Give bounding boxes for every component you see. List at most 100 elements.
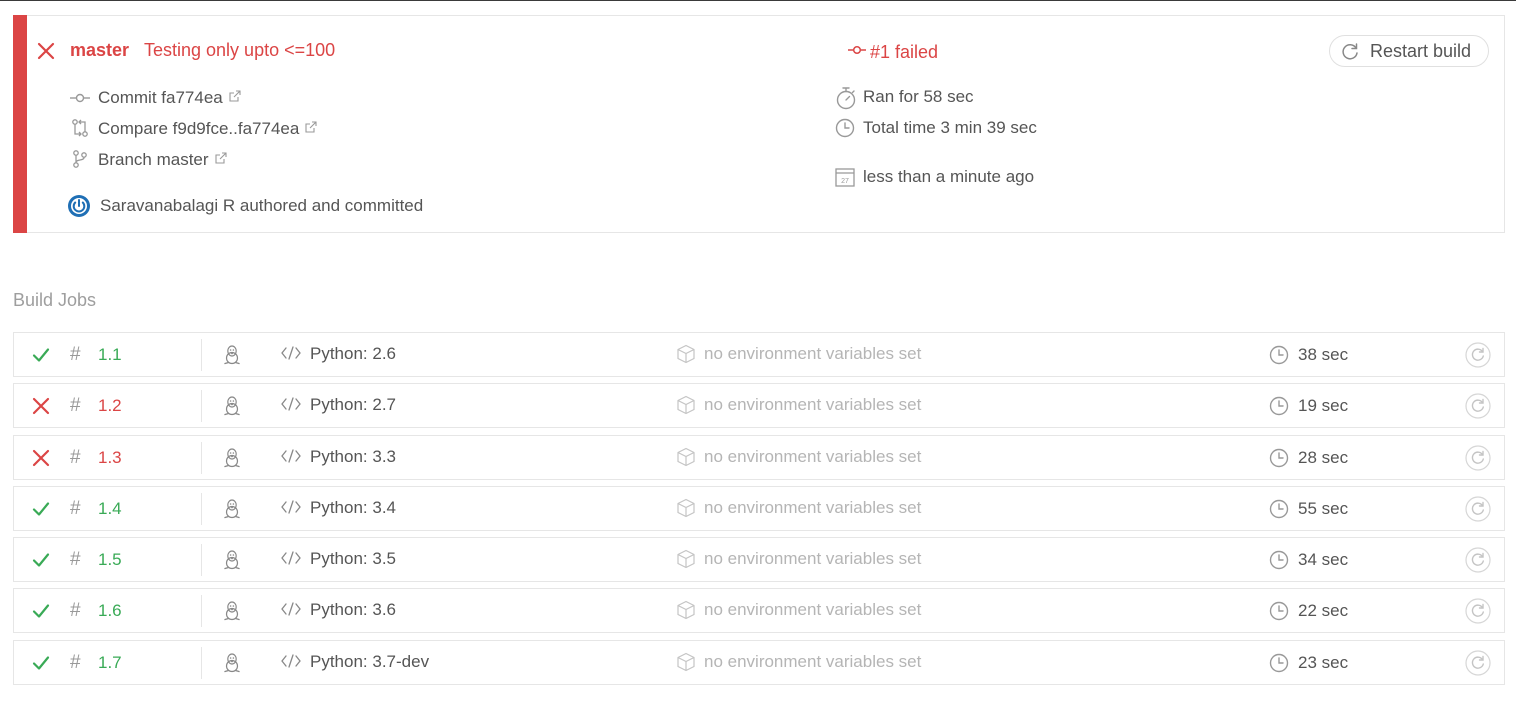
job-env: no environment variables set: [704, 498, 922, 517]
job-duration: 55 sec: [1298, 499, 1349, 518]
commit-label: Commit fa774ea: [98, 88, 223, 107]
job-number[interactable]: 1.5: [98, 550, 122, 570]
linux-tux-icon: [223, 498, 241, 520]
restart-job-icon[interactable]: [1465, 598, 1491, 624]
job-number[interactable]: 1.1: [98, 345, 122, 365]
clock-icon: [1269, 601, 1289, 621]
job-env: no environment variables set: [704, 652, 922, 671]
job-language: Python: 3.6: [310, 600, 397, 619]
package-icon: [676, 447, 696, 467]
build-summary: master Testing only upto <=100 Commit fa…: [13, 15, 1505, 233]
linux-tux-icon: [223, 447, 241, 469]
commit-icon: [70, 90, 90, 106]
job-row[interactable]: #1.5 Python: 3.5 no environment variables …: [13, 537, 1505, 582]
top-border: [0, 0, 1516, 1]
external-link-icon: [214, 149, 227, 169]
job-row[interactable]: #1.6 Python: 3.6 no environment variables …: [13, 588, 1505, 633]
job-language: Python: 2.6: [310, 344, 397, 363]
branch-link[interactable]: Branch master: [98, 149, 227, 170]
divider: [201, 544, 202, 576]
compare-icon: [71, 118, 89, 138]
check-icon: [32, 551, 50, 569]
code-icon: [281, 602, 301, 616]
job-language: Python: 3.3: [310, 447, 397, 466]
commit-link[interactable]: Commit fa774ea: [98, 87, 241, 108]
job-duration: 22 sec: [1298, 601, 1349, 620]
job-env: no environment variables set: [704, 344, 922, 363]
package-icon: [676, 652, 696, 672]
linux-tux-icon: [223, 652, 241, 674]
restart-build-label: Restart build: [1370, 41, 1472, 61]
restart-job-icon[interactable]: [1465, 496, 1491, 522]
code-icon: [281, 654, 301, 668]
job-language: Python: 3.4: [310, 498, 397, 517]
job-language: Python: 2.7: [310, 395, 397, 414]
restart-job-icon[interactable]: [1465, 547, 1491, 573]
divider: [201, 442, 202, 474]
divider: [201, 647, 202, 679]
linux-tux-icon: [223, 600, 241, 622]
branch-label: Branch master: [98, 150, 209, 169]
divider: [201, 493, 202, 525]
hash-icon: #: [70, 498, 81, 519]
restart-icon: [1340, 42, 1360, 62]
linux-tux-icon: [223, 549, 241, 571]
job-row[interactable]: #1.7 Python: 3.7-dev no environment variab…: [13, 640, 1505, 685]
job-duration: 28 sec: [1298, 448, 1349, 467]
job-number[interactable]: 1.6: [98, 601, 122, 621]
clock-icon: [835, 118, 855, 138]
code-icon: [281, 551, 301, 565]
build-state: #1 failed: [848, 40, 938, 63]
package-icon: [676, 549, 696, 569]
package-icon: [676, 600, 696, 620]
job-duration: 23 sec: [1298, 653, 1349, 672]
clock-icon: [1269, 499, 1289, 519]
restart-job-icon[interactable]: [1465, 650, 1491, 676]
job-language: Python: 3.7-dev: [310, 652, 430, 671]
branch-icon: [72, 149, 88, 169]
check-icon: [32, 346, 50, 364]
code-icon: [281, 500, 301, 514]
compare-link[interactable]: Compare f9d9fce..fa774ea: [98, 118, 317, 139]
job-row[interactable]: #1.4 Python: 3.4 no environment variables …: [13, 486, 1505, 531]
commit-message-link[interactable]: Testing only upto <=100: [144, 40, 335, 61]
ran-for: Ran for 58 sec: [863, 87, 974, 106]
failed-x-icon: [32, 449, 50, 467]
package-icon: [676, 498, 696, 518]
job-language: Python: 3.5: [310, 549, 397, 568]
stopwatch-icon: [835, 86, 857, 110]
job-row[interactable]: #1.3 Python: 3.3 no environment variables …: [13, 435, 1505, 480]
clock-icon: [1269, 550, 1289, 570]
job-row[interactable]: #1.1 Python: 2.6 no environment variables …: [13, 332, 1505, 377]
svg-text:27: 27: [841, 178, 849, 185]
job-number[interactable]: 1.4: [98, 499, 122, 519]
build-state-label: #1 failed: [870, 42, 939, 62]
divider: [201, 339, 202, 371]
hash-icon: #: [70, 395, 81, 416]
restart-job-icon[interactable]: [1465, 393, 1491, 419]
divider: [201, 595, 202, 627]
job-row[interactable]: #1.2 Python: 2.7 no environment variables …: [13, 383, 1505, 428]
branch-name-link[interactable]: master: [70, 40, 129, 61]
compare-label: Compare f9d9fce..fa774ea: [98, 119, 300, 138]
build-jobs-heading: Build Jobs: [13, 290, 97, 310]
restart-job-icon[interactable]: [1465, 445, 1491, 471]
job-env: no environment variables set: [704, 447, 922, 466]
job-number[interactable]: 1.7: [98, 653, 122, 673]
job-number[interactable]: 1.3: [98, 448, 122, 468]
status-bar: [13, 15, 27, 233]
job-number[interactable]: 1.2: [98, 396, 122, 416]
hash-icon: #: [70, 652, 81, 673]
divider: [201, 390, 202, 422]
restart-build-button[interactable]: Restart build: [1329, 35, 1489, 67]
linux-tux-icon: [223, 344, 241, 366]
failed-x-icon: [36, 41, 56, 61]
clock-icon: [1269, 396, 1289, 416]
package-icon: [676, 344, 696, 364]
failed-x-icon: [32, 397, 50, 415]
external-link-icon: [305, 118, 317, 138]
restart-job-icon[interactable]: [1465, 342, 1491, 368]
hash-icon: #: [70, 549, 81, 570]
external-link-icon: [229, 87, 241, 107]
job-duration: 34 sec: [1298, 550, 1349, 569]
